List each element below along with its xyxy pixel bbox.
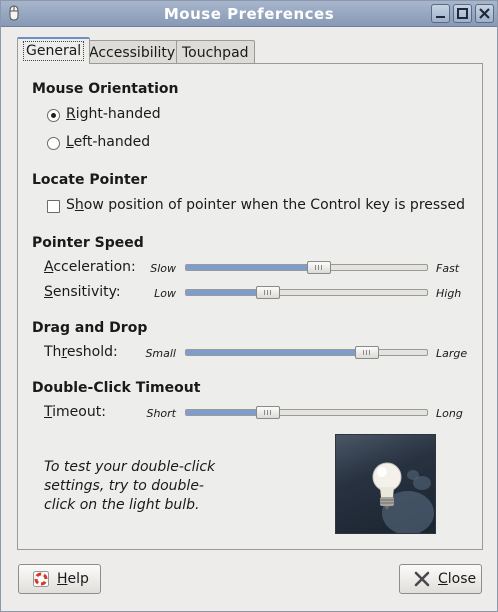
pointer-speed-heading: Pointer Speed xyxy=(32,235,144,251)
help-lifebuoy-icon xyxy=(33,571,49,587)
right-handed-label-post: ight-handed xyxy=(75,106,161,122)
window-title: Mouse Preferences xyxy=(163,5,335,23)
acceleration-slider-thumb[interactable] xyxy=(306,261,331,274)
show-pointer-mnemonic: h xyxy=(74,197,84,213)
right-handed-label[interactable]: Right-handed xyxy=(66,106,161,122)
sensitivity-min-label: Low xyxy=(154,287,176,300)
window-close-button[interactable] xyxy=(475,4,494,23)
right-handed-mnemonic: R xyxy=(66,106,76,122)
help-button-label: Help xyxy=(57,565,89,593)
help-button[interactable]: Help xyxy=(18,564,101,594)
close-icon xyxy=(479,8,490,19)
acceleration-slider-fill xyxy=(186,265,319,270)
show-pointer-checkbox[interactable] xyxy=(47,200,60,213)
mouse-orientation-heading: Mouse Orientation xyxy=(32,81,179,97)
timeout-label: Timeout: xyxy=(44,404,106,420)
show-pointer-label-pre: S xyxy=(66,197,75,213)
maximize-button[interactable] xyxy=(453,4,472,23)
timeout-label-post: imeout: xyxy=(52,404,106,420)
sensitivity-label: Sensitivity: xyxy=(44,284,121,300)
tab-touchpad[interactable]: Touchpad xyxy=(176,40,255,64)
sensitivity-slider[interactable] xyxy=(185,289,428,296)
tab-accessibility-label: Accessibility xyxy=(89,45,176,61)
acceleration-min-label: Slow xyxy=(150,262,176,275)
timeout-min-label: Short xyxy=(146,407,176,420)
left-handed-label-post: eft-handed xyxy=(73,134,151,150)
threshold-label: Threshold: xyxy=(44,344,118,360)
light-bulb-icon[interactable] xyxy=(336,435,435,533)
help-mnemonic: H xyxy=(57,571,68,587)
threshold-label-pre: Th xyxy=(44,344,62,360)
left-handed-mnemonic: L xyxy=(66,134,74,150)
close-button[interactable]: Close xyxy=(399,564,482,594)
threshold-slider-fill xyxy=(186,350,367,355)
title-bar[interactable]: Mouse Preferences xyxy=(1,1,497,27)
sensitivity-slider-thumb[interactable] xyxy=(255,286,280,299)
tab-general[interactable]: General xyxy=(17,37,91,64)
help-label-post: elp xyxy=(67,571,89,587)
sensitivity-mnemonic: S xyxy=(44,284,53,300)
mouse-preferences-window: Mouse Preferences General Accessibility … xyxy=(0,0,498,612)
sensitivity-max-label: High xyxy=(436,287,462,300)
close-x-icon xyxy=(414,571,430,587)
close-mnemonic: C xyxy=(438,571,448,587)
show-pointer-label[interactable]: Show position of pointer when the Contro… xyxy=(66,197,465,213)
minimize-button[interactable] xyxy=(431,4,450,23)
sensitivity-label-post: ensitivity: xyxy=(52,284,121,300)
double-click-hint: To test your double-click settings, try … xyxy=(44,459,216,513)
timeout-slider-thumb[interactable] xyxy=(255,406,280,419)
locate-pointer-heading: Locate Pointer xyxy=(32,172,148,188)
close-button-label: Close xyxy=(438,565,476,593)
timeout-mnemonic: T xyxy=(44,404,53,420)
right-handed-radio[interactable] xyxy=(47,109,60,122)
timeout-max-label: Long xyxy=(436,407,463,420)
tab-touchpad-label: Touchpad xyxy=(182,45,249,61)
maximize-icon xyxy=(457,8,468,19)
threshold-min-label: Small xyxy=(145,347,176,360)
tab-accessibility[interactable]: Accessibility xyxy=(83,40,182,64)
timeout-slider[interactable] xyxy=(185,409,428,416)
left-handed-label[interactable]: Left-handed xyxy=(66,134,150,150)
left-handed-radio[interactable] xyxy=(47,137,60,150)
show-pointer-label-post: ow position of pointer when the Control … xyxy=(83,197,465,213)
threshold-max-label: Large xyxy=(436,347,468,360)
acceleration-mnemonic: A xyxy=(44,259,54,275)
minimize-icon xyxy=(436,16,445,18)
threshold-slider-thumb[interactable] xyxy=(354,346,379,359)
close-label-post: lose xyxy=(447,571,477,587)
tab-general-label: General xyxy=(23,41,85,61)
threshold-slider[interactable] xyxy=(185,349,428,356)
threshold-label-post: eshold: xyxy=(66,344,118,360)
double-click-test-area[interactable] xyxy=(335,434,436,534)
acceleration-max-label: Fast xyxy=(436,262,460,275)
drag-drop-heading: Drag and Drop xyxy=(32,320,148,336)
double-click-heading: Double-Click Timeout xyxy=(32,380,201,396)
